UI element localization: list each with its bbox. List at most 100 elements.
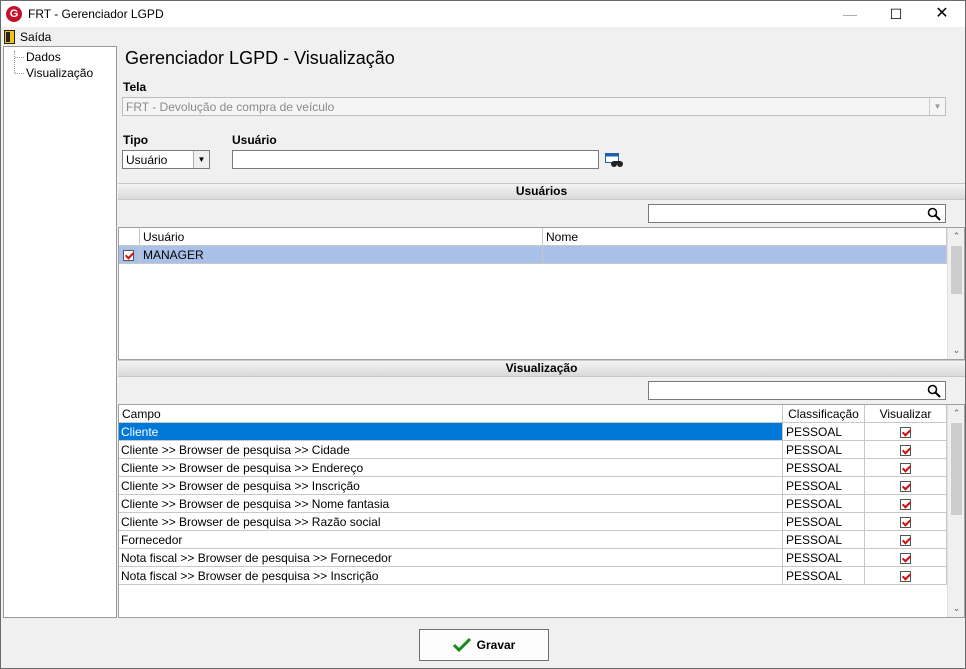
tela-select-value: FRT - Devolução de compra de veículo	[126, 100, 335, 114]
search-icon[interactable]	[927, 384, 941, 398]
visualizar-cell[interactable]	[865, 459, 947, 477]
chevron-down-icon[interactable]: ▼	[929, 98, 945, 115]
classificacao-cell: PESSOAL	[783, 495, 865, 513]
classificacao-cell: PESSOAL	[783, 549, 865, 567]
tela-label: Tela	[123, 80, 147, 94]
usuario-input[interactable]	[232, 150, 599, 169]
campo-cell: Cliente	[119, 423, 783, 441]
visualizar-cell[interactable]	[865, 477, 947, 495]
checkbox-checked-icon[interactable]	[900, 463, 911, 475]
checkbox-checked-icon[interactable]	[900, 553, 911, 565]
tree-connector	[15, 57, 24, 58]
tela-select[interactable]: FRT - Devolução de compra de veículo ▼	[122, 97, 946, 116]
table-header-visualizar[interactable]: Visualizar	[865, 405, 947, 423]
table-row[interactable]: Cliente >> Browser de pesquisa >> Cidade…	[119, 441, 947, 459]
maximize-button[interactable]: ☐	[873, 1, 919, 27]
checkmark-icon	[452, 638, 471, 652]
table-row[interactable]: Cliente >> Browser de pesquisa >> Endere…	[119, 459, 947, 477]
binoculars-search-icon[interactable]	[605, 153, 623, 168]
table-row[interactable]: Cliente >> Browser de pesquisa >> Razão …	[119, 513, 947, 531]
scroll-thumb[interactable]	[951, 423, 962, 515]
close-button[interactable]: ✕	[919, 1, 965, 27]
vertical-scrollbar[interactable]: ⌃ ⌄	[947, 228, 964, 359]
tipo-select[interactable]: Usuário ▼	[122, 150, 210, 169]
checkbox-checked-icon[interactable]	[900, 517, 911, 529]
campo-cell: Cliente >> Browser de pesquisa >> Endere…	[119, 459, 783, 477]
table-row[interactable]: Cliente >> Browser de pesquisa >> Nome f…	[119, 495, 947, 513]
visualizar-cell[interactable]	[865, 441, 947, 459]
checkbox-checked-icon[interactable]	[900, 445, 911, 457]
table-row[interactable]: Fornecedor PESSOAL	[119, 531, 947, 549]
table-header-usuario[interactable]: Usuário	[140, 228, 543, 246]
table-row[interactable]: MANAGER	[119, 246, 947, 264]
visualizacao-search-input[interactable]	[648, 381, 946, 400]
tipo-label: Tipo	[123, 133, 149, 147]
table-header-nome[interactable]: Nome	[543, 228, 947, 246]
visualizar-cell[interactable]	[865, 513, 947, 531]
checkbox-checked-icon[interactable]	[900, 499, 911, 511]
vertical-scrollbar[interactable]: ⌃ ⌄	[947, 405, 964, 617]
classificacao-cell: PESSOAL	[783, 441, 865, 459]
usuarios-table: Usuário Nome MANAGER ⌃ ⌄	[118, 227, 965, 360]
campo-cell: Nota fiscal >> Browser de pesquisa >> Fo…	[119, 549, 783, 567]
table-row[interactable]: Nota fiscal >> Browser de pesquisa >> Fo…	[119, 549, 947, 567]
usuario-label: Usuário	[232, 133, 277, 147]
menu-exit[interactable]: Saída	[4, 28, 51, 45]
table-row[interactable]: Nota fiscal >> Browser de pesquisa >> In…	[119, 567, 947, 585]
tree-connector	[14, 51, 15, 73]
classificacao-cell: PESSOAL	[783, 513, 865, 531]
chevron-down-icon[interactable]: ▼	[193, 151, 209, 168]
scroll-down-icon[interactable]: ⌄	[948, 600, 964, 617]
usuarios-search-input[interactable]	[648, 204, 946, 223]
app-logo-icon: G	[6, 6, 22, 22]
table-row[interactable]: Cliente >> Browser de pesquisa >> Inscri…	[119, 477, 947, 495]
nome-cell	[543, 246, 947, 264]
classificacao-cell: PESSOAL	[783, 423, 865, 441]
classificacao-cell: PESSOAL	[783, 477, 865, 495]
tree-item-dados[interactable]: Dados	[26, 50, 61, 64]
scroll-thumb[interactable]	[951, 246, 962, 294]
visualizacao-table: Campo Classificação Visualizar Cliente PE…	[118, 404, 965, 618]
scroll-up-icon[interactable]: ⌃	[948, 405, 964, 422]
table-row[interactable]: Cliente PESSOAL	[119, 423, 947, 441]
page-title: Gerenciador LGPD - Visualização	[125, 48, 395, 68]
checkbox-checked-icon[interactable]	[900, 535, 911, 547]
table-header-campo[interactable]: Campo	[119, 405, 783, 423]
tree-connector	[15, 73, 24, 74]
tree-item-visualizacao[interactable]: Visualização	[26, 66, 93, 80]
checkbox-checked-icon[interactable]	[900, 427, 911, 439]
gravar-button-label: Gravar	[476, 638, 516, 652]
navigation-tree: Dados Visualização	[3, 46, 117, 618]
campo-cell: Cliente >> Browser de pesquisa >> Cidade	[119, 441, 783, 459]
visualizar-cell[interactable]	[865, 549, 947, 567]
usuarios-section-header: Usuários	[118, 183, 965, 200]
campo-cell: Nota fiscal >> Browser de pesquisa >> In…	[119, 567, 783, 585]
checkbox-checked-icon[interactable]	[123, 250, 134, 262]
classificacao-cell: PESSOAL	[783, 531, 865, 549]
table-header-checkbox	[119, 228, 140, 246]
search-icon[interactable]	[927, 207, 941, 221]
classificacao-cell: PESSOAL	[783, 459, 865, 477]
visualizar-cell[interactable]	[865, 495, 947, 513]
gravar-button[interactable]: Gravar	[419, 629, 549, 661]
visualizacao-section-header: Visualização	[118, 360, 965, 377]
exit-door-icon	[4, 29, 15, 44]
window-title: FRT - Gerenciador LGPD	[28, 7, 164, 21]
table-header-classificacao[interactable]: Classificação	[783, 405, 865, 423]
menu-exit-label: Saída	[20, 29, 52, 44]
checkbox-checked-icon[interactable]	[900, 481, 911, 493]
visualizar-cell[interactable]	[865, 567, 947, 585]
scroll-up-icon[interactable]: ⌃	[948, 228, 964, 245]
classificacao-cell: PESSOAL	[783, 567, 865, 585]
row-checkbox-cell[interactable]	[119, 246, 140, 264]
scroll-down-icon[interactable]: ⌄	[948, 342, 964, 359]
minimize-button[interactable]: —	[827, 1, 873, 27]
visualizar-cell[interactable]	[865, 531, 947, 549]
tipo-select-value: Usuário	[126, 153, 168, 167]
campo-cell: Cliente >> Browser de pesquisa >> Nome f…	[119, 495, 783, 513]
title-bar: G FRT - Gerenciador LGPD — ☐ ✕	[1, 1, 965, 27]
visualizar-cell[interactable]	[865, 423, 947, 441]
campo-cell: Fornecedor	[119, 531, 783, 549]
checkbox-checked-icon[interactable]	[900, 571, 911, 583]
menu-bar: Saída	[1, 27, 965, 46]
